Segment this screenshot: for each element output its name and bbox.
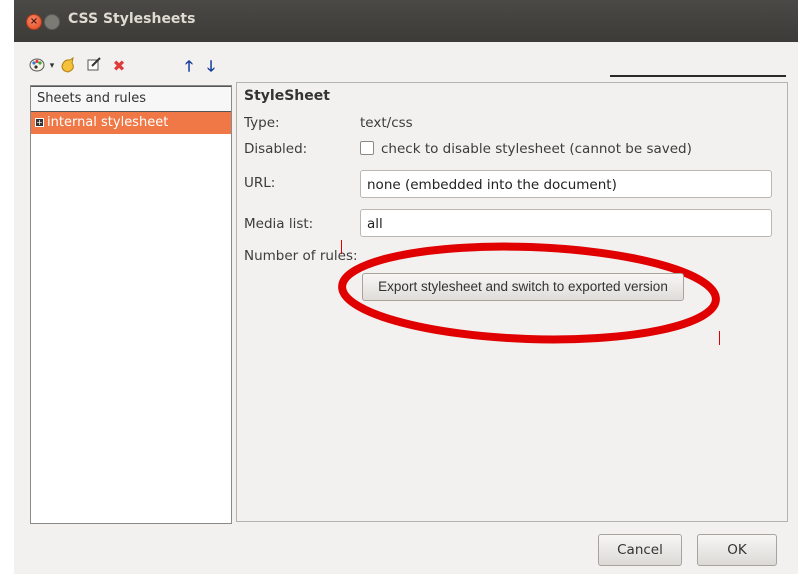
title-bar: × CSS Stylesheets <box>14 0 798 42</box>
disabled-label: Disabled: <box>244 141 308 157</box>
add-stylesheet-icon[interactable] <box>60 56 78 76</box>
red-cursor-mark <box>341 240 342 254</box>
css-stylesheets-dialog: × CSS Stylesheets ▾ ✖ 🡑 🡓 Sheets and rul… <box>14 0 798 574</box>
url-label: URL: <box>244 175 276 191</box>
media-list-label: Media list: <box>244 216 314 232</box>
details-heading: StyleSheet <box>244 88 330 104</box>
red-cursor-mark <box>719 331 720 345</box>
type-label: Type: <box>244 115 280 131</box>
edit-icon[interactable] <box>85 56 103 76</box>
type-value: text/css <box>360 115 413 131</box>
export-stylesheet-button[interactable]: Export stylesheet and switch to exported… <box>362 273 684 301</box>
sheets-tree[interactable]: Sheets and rules + internal stylesheet <box>30 85 232 524</box>
disabled-checkbox[interactable]: check to disable stylesheet (cannot be s… <box>360 141 692 157</box>
move-down-icon[interactable]: 🡓 <box>204 56 218 76</box>
palette-icon[interactable] <box>28 56 46 76</box>
cancel-button[interactable]: Cancel <box>598 534 682 566</box>
ok-button[interactable]: OK <box>697 534 777 566</box>
move-up-icon[interactable]: 🡑 <box>182 56 196 76</box>
delete-icon[interactable]: ✖ <box>110 56 128 76</box>
tree-item-internal-stylesheet[interactable]: + internal stylesheet <box>31 112 231 134</box>
stylesheet-details-panel: StyleSheet Type: text/css Disabled: chec… <box>236 82 788 522</box>
panel-divider <box>610 75 786 77</box>
expand-icon[interactable]: + <box>35 118 44 127</box>
disabled-checkbox-label[interactable]: check to disable stylesheet (cannot be s… <box>381 141 692 157</box>
tree-item-label: internal stylesheet <box>47 115 169 130</box>
tree-column-header[interactable]: Sheets and rules <box>31 86 231 112</box>
checkbox-box[interactable] <box>360 141 374 155</box>
url-field[interactable]: none (embedded into the document) <box>360 170 772 198</box>
media-list-field[interactable]: all <box>360 209 772 237</box>
minimize-window-icon[interactable] <box>44 14 60 30</box>
dropdown-arrow-icon[interactable]: ▾ <box>47 56 57 76</box>
close-window-icon[interactable]: × <box>26 14 42 30</box>
window-title: CSS Stylesheets <box>68 11 196 27</box>
